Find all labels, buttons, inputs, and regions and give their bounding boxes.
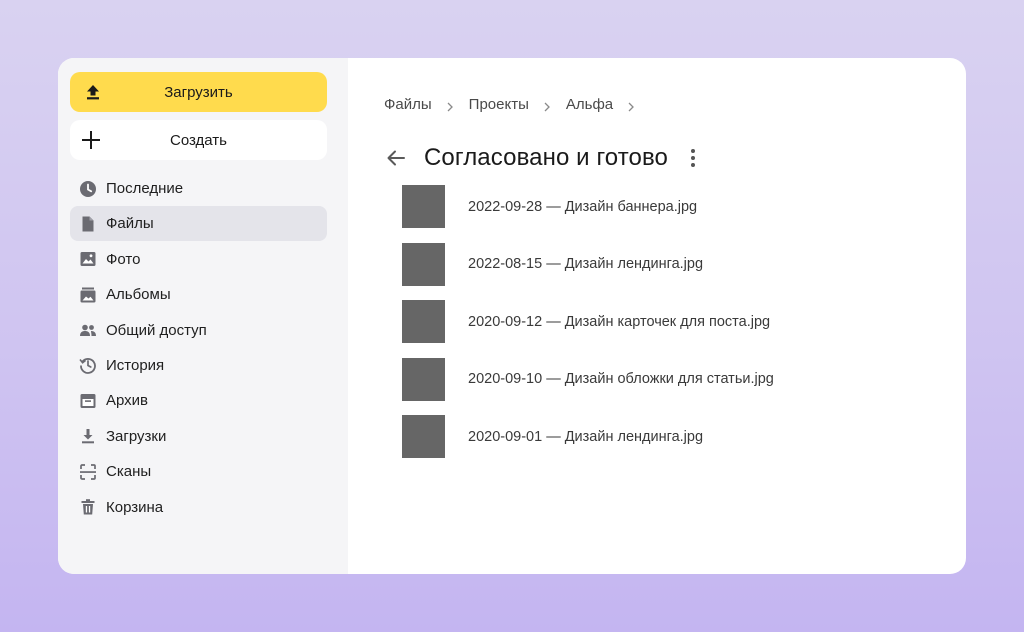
file-name: 2020-09-12 — Дизайн карточек для поста.j… — [468, 313, 771, 330]
sidebar-item-label: Сканы — [106, 463, 152, 481]
plus-icon — [80, 129, 102, 151]
chevron-right-icon — [446, 99, 454, 112]
sidebar-item-photo[interactable]: Фото — [70, 242, 327, 277]
sidebar-item-label: Файлы — [106, 215, 154, 233]
people-icon — [79, 321, 97, 339]
albums-icon — [79, 286, 97, 304]
create-label: Создать — [169, 131, 227, 149]
file-name: 2022-09-28 — Дизайн баннера.jpg — [468, 198, 698, 215]
history-icon — [79, 356, 97, 375]
chevron-right-icon — [627, 99, 635, 112]
title-row: Согласовано и готово — [384, 140, 966, 176]
trash-icon — [79, 498, 97, 516]
file-thumbnail — [402, 242, 445, 286]
sidebar-item-files[interactable]: Файлы — [70, 206, 327, 242]
sidebar-item-label: Альбомы — [106, 286, 171, 304]
sidebar-item-archive[interactable]: Архив — [70, 383, 327, 418]
archive-icon — [79, 392, 97, 410]
sidebar-nav: Последние Файлы Фото Альбомы Общий досту… — [70, 171, 348, 525]
list-item[interactable]: 2020-09-01 — Дизайн лендинга.jpg — [384, 408, 966, 466]
list-item[interactable]: 2022-08-15 — Дизайн лендинга.jpg — [384, 236, 966, 294]
sidebar-item-albums[interactable]: Альбомы — [70, 277, 327, 312]
file-name: 2020-09-01 — Дизайн лендинга.jpg — [468, 428, 704, 445]
page-title: Согласовано и готово — [424, 144, 668, 171]
create-button[interactable]: Создать — [70, 120, 327, 160]
download-icon — [79, 427, 97, 445]
breadcrumb-item-alpha[interactable]: Альфа — [566, 96, 613, 113]
sidebar-item-scans[interactable]: Сканы — [70, 454, 327, 489]
sidebar-item-trash[interactable]: Корзина — [70, 490, 327, 525]
list-item[interactable]: 2020-09-12 — Дизайн карточек для поста.j… — [384, 293, 966, 351]
file-thumbnail — [402, 415, 445, 459]
sidebar-item-label: История — [106, 356, 165, 374]
upload-icon — [84, 83, 102, 101]
sidebar-item-label: Последние — [106, 180, 184, 197]
main-content: Файлы Проекты Альфа Согласовано и готово… — [348, 58, 966, 574]
sidebar-item-label: Фото — [106, 250, 141, 268]
sidebar-item-label: Корзина — [106, 498, 164, 516]
sidebar: Загрузить Создать Последние Файлы Фото А… — [58, 58, 348, 574]
file-name: 2020-09-10 — Дизайн обложки для статьи.j… — [468, 371, 774, 388]
breadcrumb: Файлы Проекты Альфа — [384, 94, 966, 114]
scan-icon — [79, 463, 97, 481]
photo-icon — [79, 250, 97, 268]
sidebar-item-history[interactable]: История — [70, 348, 327, 383]
breadcrumb-item-files[interactable]: Файлы — [384, 96, 432, 113]
file-icon — [79, 215, 97, 233]
file-thumbnail — [402, 185, 445, 229]
sidebar-item-label: Общий доступ — [106, 321, 207, 339]
upload-label: Загрузить — [164, 83, 233, 101]
sidebar-item-recent[interactable]: Последние — [70, 171, 327, 206]
list-item[interactable]: 2022-09-28 — Дизайн баннера.jpg — [384, 178, 966, 236]
chevron-right-icon — [543, 99, 551, 112]
app-window: Загрузить Создать Последние Файлы Фото А… — [58, 58, 966, 574]
upload-button[interactable]: Загрузить — [70, 72, 327, 112]
breadcrumb-item-projects[interactable]: Проекты — [469, 96, 529, 113]
clock-icon — [79, 180, 97, 198]
arrow-left-icon[interactable] — [385, 147, 407, 169]
file-list: 2022-09-28 — Дизайн баннера.jpg 2022-08-… — [384, 178, 966, 466]
sidebar-item-downloads[interactable]: Загрузки — [70, 419, 327, 454]
sidebar-item-shared[interactable]: Общий доступ — [70, 313, 327, 348]
file-thumbnail — [402, 357, 445, 401]
sidebar-item-label: Архив — [106, 392, 149, 410]
sidebar-item-label: Загрузки — [106, 427, 167, 445]
file-name: 2022-08-15 — Дизайн лендинга.jpg — [468, 256, 704, 273]
more-vertical-icon[interactable] — [690, 148, 696, 168]
file-thumbnail — [402, 300, 445, 344]
list-item[interactable]: 2020-09-10 — Дизайн обложки для статьи.j… — [384, 351, 966, 409]
